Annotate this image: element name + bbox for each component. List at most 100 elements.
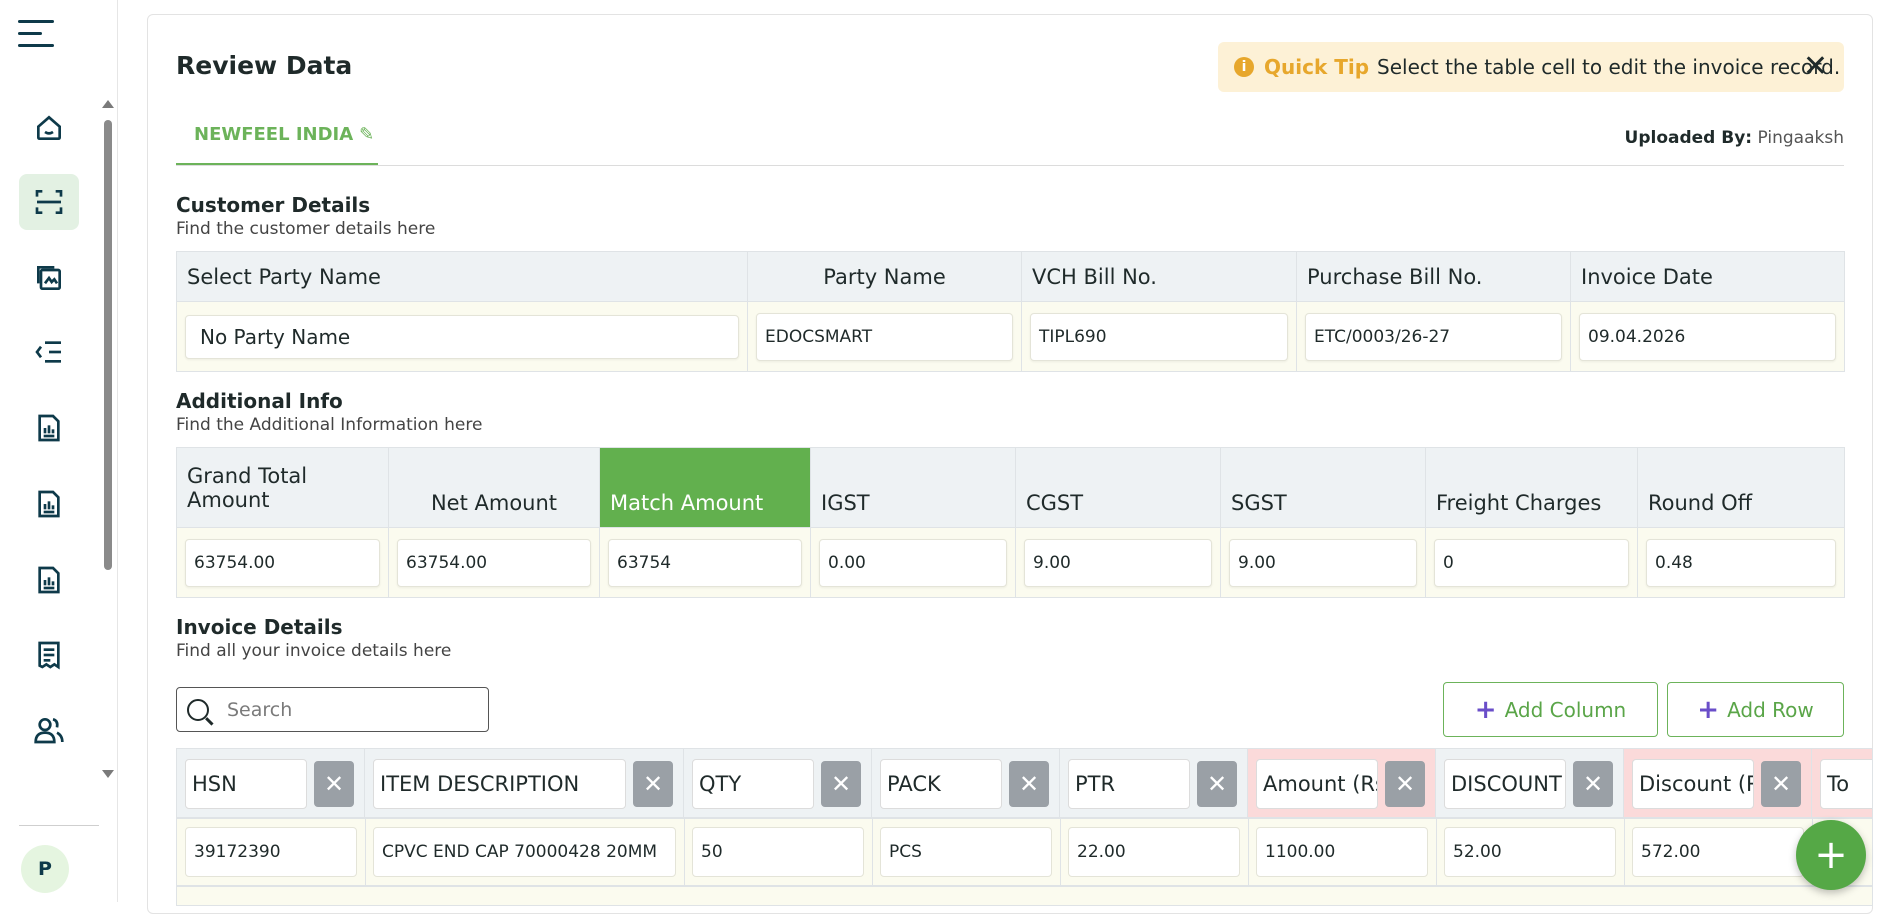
column-name-input[interactable]: To — [1820, 759, 1872, 809]
list-indent-icon[interactable] — [19, 324, 79, 380]
remove-column-icon[interactable]: ✕ — [314, 761, 354, 807]
ptr-cell[interactable]: 22.00 — [1068, 827, 1240, 877]
cgst-field[interactable]: 9.00 — [1024, 538, 1212, 587]
additional-info-subtitle: Find the Additional Information here — [176, 415, 483, 435]
column-name-input[interactable]: QTY — [692, 759, 814, 809]
column-header: Round Off — [1637, 447, 1845, 528]
report-icon[interactable] — [19, 552, 79, 608]
invoice-date-field[interactable]: 09.04.2026 — [1579, 312, 1836, 361]
remove-column-icon[interactable]: ✕ — [1385, 761, 1425, 807]
remove-column-icon[interactable]: ✕ — [1761, 761, 1801, 807]
search-box[interactable] — [176, 687, 489, 732]
column-header: Grand Total Amount — [176, 447, 389, 528]
match-amount-field[interactable]: 63754 — [608, 538, 802, 587]
additional-info-title: Additional Info — [176, 389, 343, 413]
customer-details-subtitle: Find the customer details here — [176, 219, 436, 239]
scan-icon[interactable] — [19, 174, 79, 230]
column-pack: PACK ✕ — [872, 749, 1060, 817]
search-input[interactable] — [227, 698, 457, 721]
uploaded-by: Uploaded By: Pingaaksh — [1625, 128, 1844, 148]
discount-cell[interactable]: 52.00 — [1444, 827, 1616, 877]
item-description-cell[interactable]: CPVC END CAP 70000428 20MM — [373, 827, 676, 877]
party-name-select[interactable]: No Party Name — [185, 314, 739, 359]
add-column-button[interactable]: + Add Column — [1443, 682, 1658, 737]
invoice-table-header: HSN ✕ ITEM DESCRIPTION ✕ QTY ✕ PACK ✕ PT… — [176, 748, 1873, 818]
qty-cell[interactable]: 50 — [692, 827, 864, 877]
column-header: CGST — [1015, 447, 1221, 528]
column-header: Select Party Name — [176, 251, 748, 302]
column-amount: Amount (Rs ✕ — [1248, 749, 1436, 817]
add-row-label: Add Row — [1727, 697, 1814, 722]
column-name-input[interactable]: Amount (Rs — [1256, 759, 1378, 809]
sgst-field[interactable]: 9.00 — [1229, 538, 1417, 587]
hsn-cell[interactable]: 39172390 — [185, 827, 357, 877]
quick-tip-banner: i Quick Tip Select the table cell to edi… — [1218, 42, 1844, 92]
receipt-icon[interactable] — [19, 627, 79, 683]
column-ptr: PTR ✕ — [1060, 749, 1248, 817]
party-name-field[interactable]: EDOCSMART — [756, 312, 1013, 361]
remove-column-icon[interactable]: ✕ — [1009, 761, 1049, 807]
round-off-field[interactable]: 0.48 — [1646, 538, 1836, 587]
documents-icon[interactable] — [19, 250, 79, 306]
sidebar: P — [0, 0, 118, 902]
igst-field[interactable]: 0.00 — [819, 538, 1007, 587]
column-name-input[interactable]: ITEM DESCRIPTION — [373, 759, 626, 809]
pack-cell[interactable]: PCS — [880, 827, 1052, 877]
page-title: Review Data — [176, 51, 353, 80]
column-discount: DISCOUNT ✕ — [1436, 749, 1624, 817]
column-total: To — [1812, 749, 1872, 817]
scroll-up-arrow[interactable] — [102, 100, 114, 108]
column-hsn: HSN ✕ — [177, 749, 365, 817]
table-row — [176, 886, 1873, 906]
column-name-input[interactable]: Discount (R — [1632, 759, 1754, 809]
scrollbar-thumb[interactable] — [104, 120, 112, 570]
column-name-input[interactable]: PTR — [1068, 759, 1190, 809]
uploaded-by-label: Uploaded By: — [1624, 128, 1753, 148]
table-row: 39172390 CPVC END CAP 70000428 20MM 50 P… — [176, 818, 1873, 886]
column-name-input[interactable]: HSN — [185, 759, 307, 809]
freight-charges-field[interactable]: 0 — [1434, 538, 1629, 587]
column-header: Party Name — [747, 251, 1022, 302]
menu-icon[interactable] — [18, 20, 54, 50]
column-header: Purchase Bill No. — [1296, 251, 1571, 302]
discount-rs-cell[interactable]: 572.00 — [1632, 827, 1804, 877]
add-row-button[interactable]: + Add Row — [1667, 682, 1844, 737]
customer-details-table: Select Party Name Party Name VCH Bill No… — [176, 251, 1845, 372]
column-qty: QTY ✕ — [684, 749, 872, 817]
column-header: Net Amount — [388, 447, 600, 528]
remove-column-icon[interactable]: ✕ — [1573, 761, 1613, 807]
edit-icon[interactable]: ✎ — [359, 124, 374, 145]
avatar[interactable]: P — [21, 845, 69, 893]
quick-tip-text: Select the table cell to edit the invoic… — [1377, 55, 1841, 79]
column-header: SGST — [1220, 447, 1426, 528]
remove-column-icon[interactable]: ✕ — [633, 761, 673, 807]
column-name-input[interactable]: PACK — [880, 759, 1002, 809]
column-header: Freight Charges — [1425, 447, 1638, 528]
home-icon[interactable] — [19, 100, 79, 156]
tab-company[interactable]: NEWFEEL INDIA ✎ — [176, 110, 378, 166]
close-icon[interactable]: ✕ — [1803, 52, 1828, 82]
column-header: Invoice Date — [1570, 251, 1845, 302]
invoice-details-title: Invoice Details — [176, 615, 343, 639]
invoice-details-subtitle: Find all your invoice details here — [176, 641, 452, 661]
tab-divider — [176, 165, 1844, 166]
amount-cell[interactable]: 1100.00 — [1256, 827, 1428, 877]
vch-bill-no-field[interactable]: TIPL690 — [1030, 312, 1288, 361]
net-amount-field[interactable]: 63754.00 — [397, 538, 591, 587]
add-fab-button[interactable]: + — [1796, 820, 1866, 890]
customer-details-title: Customer Details — [176, 193, 371, 217]
purchase-bill-no-field[interactable]: ETC/0003/26-27 — [1305, 312, 1562, 361]
column-header: VCH Bill No. — [1021, 251, 1297, 302]
uploaded-by-value: Pingaaksh — [1757, 128, 1844, 148]
remove-column-icon[interactable]: ✕ — [821, 761, 861, 807]
report-icon[interactable] — [19, 476, 79, 532]
users-icon[interactable] — [19, 702, 79, 758]
column-name-input[interactable]: DISCOUNT — [1444, 759, 1566, 809]
search-icon — [187, 698, 209, 721]
scroll-down-arrow[interactable] — [102, 770, 114, 778]
tab-company-label: NEWFEEL INDIA — [194, 124, 354, 145]
grand-total-field[interactable]: 63754.00 — [185, 538, 380, 587]
report-icon[interactable] — [19, 400, 79, 456]
plus-icon: + — [1697, 694, 1720, 725]
remove-column-icon[interactable]: ✕ — [1197, 761, 1237, 807]
